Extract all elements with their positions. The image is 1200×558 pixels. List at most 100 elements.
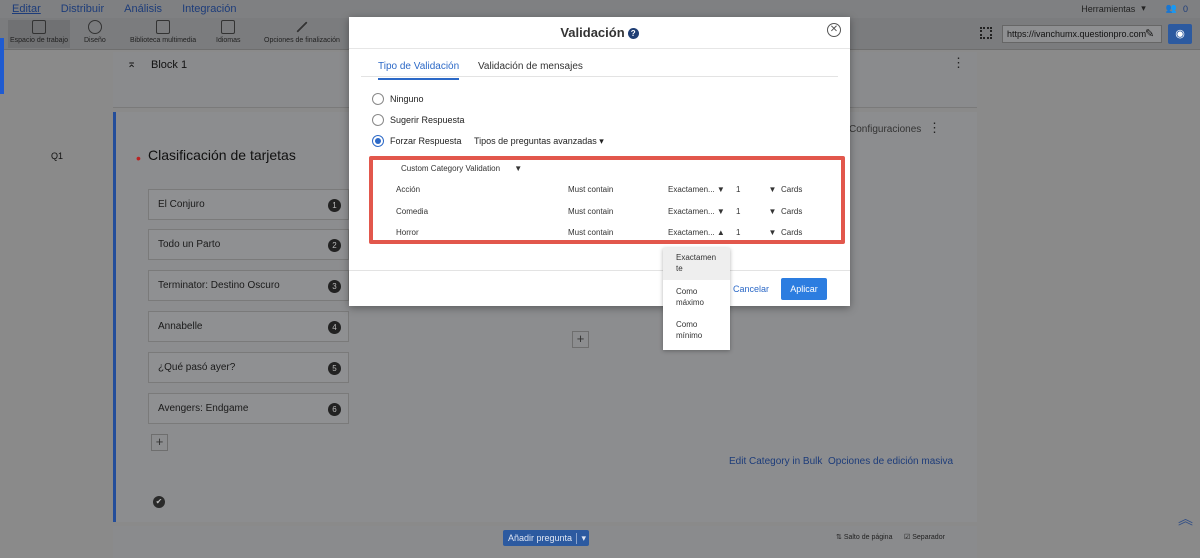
chevron-down-icon[interactable]: ▾ bbox=[1141, 3, 1146, 14]
tool-media-library[interactable]: Biblioteca multimedia bbox=[130, 20, 196, 44]
radio-none[interactable]: Ninguno bbox=[372, 93, 424, 105]
modal-header: Validación? ✕ bbox=[349, 17, 850, 49]
caret-down-icon: ▼ bbox=[768, 207, 777, 216]
card-number: 1 bbox=[328, 199, 341, 212]
advanced-types-dropdown[interactable]: Tipos de preguntas avanzadas ▾ bbox=[474, 136, 604, 147]
tool-design[interactable]: Diseño bbox=[84, 20, 106, 44]
advanced-types-label: Tipos de preguntas avanzadas bbox=[474, 136, 597, 146]
add-question-label: Añadir pregunta bbox=[508, 533, 573, 543]
option-at-most[interactable]: Como máximo bbox=[663, 282, 730, 314]
count-select[interactable]: 1 ▼ bbox=[736, 185, 776, 194]
caret-down-icon: ▼ bbox=[716, 207, 725, 216]
radio-circle-selected[interactable] bbox=[372, 135, 384, 147]
list-icon bbox=[32, 20, 46, 34]
tool-workspace-label: Espacio de trabajo bbox=[10, 37, 68, 44]
count-select[interactable]: 1 ▼ bbox=[736, 228, 776, 237]
mass-edit-link[interactable]: Opciones de edición masiva bbox=[828, 456, 953, 467]
tab-validation-type[interactable]: Tipo de Validación bbox=[378, 61, 460, 80]
rule-label: Must contain bbox=[568, 228, 614, 237]
modal-footer-divider bbox=[349, 270, 850, 271]
menu-editar[interactable]: Editar bbox=[12, 3, 41, 15]
add-category-button[interactable]: + bbox=[572, 331, 589, 348]
edit-category-bulk-link[interactable]: Edit Category in Bulk bbox=[729, 456, 822, 467]
tool-workspace[interactable]: Espacio de trabajo bbox=[8, 20, 70, 48]
card-number: 5 bbox=[328, 362, 341, 375]
radio-circle[interactable] bbox=[372, 93, 384, 105]
mode-select[interactable]: Exactamen... ▼ bbox=[668, 185, 725, 194]
add-card-button[interactable]: + bbox=[151, 434, 168, 451]
list-item[interactable]: Terminator: Destino Oscuro 3 bbox=[148, 270, 349, 301]
page-break-button[interactable]: ⇅ Salto de página bbox=[836, 533, 892, 541]
card-text: ¿Qué pasó ayer? bbox=[158, 362, 236, 373]
tab-divider bbox=[361, 76, 838, 77]
caret-down-icon: ▼ bbox=[768, 228, 777, 237]
count-value: 1 bbox=[736, 207, 741, 216]
radio-force[interactable]: Forzar Respuesta bbox=[372, 135, 462, 147]
tool-languages[interactable]: Idiomas bbox=[216, 20, 241, 44]
card-text: Terminator: Destino Oscuro bbox=[158, 280, 280, 291]
custom-validation-label: Custom Category Validation bbox=[401, 164, 501, 173]
list-item[interactable]: El Conjuro 1 bbox=[148, 189, 349, 220]
menu-integracion[interactable]: Integración bbox=[182, 3, 236, 15]
close-button[interactable]: ✕ bbox=[827, 23, 841, 37]
list-item[interactable]: Annabelle 4 bbox=[148, 311, 349, 342]
help-icon[interactable]: ? bbox=[627, 28, 639, 39]
count-value: 1 bbox=[736, 185, 741, 194]
menu-analisis[interactable]: Análisis bbox=[124, 3, 162, 15]
card-number: 6 bbox=[328, 403, 341, 416]
mode-select-open[interactable]: Exactamen... ▲ bbox=[668, 228, 725, 237]
tool-finish-options[interactable]: Opciones de finalización bbox=[264, 20, 340, 44]
top-menu: Editar Distribuir Análisis Integración H… bbox=[0, 0, 1200, 18]
preview-button[interactable]: ◉ bbox=[1168, 24, 1192, 44]
block-more-icon[interactable]: ⋮ bbox=[952, 55, 965, 71]
caret-down-icon: ▼ bbox=[716, 185, 725, 194]
top-right-tools: Herramientas ▾ 👥 0 bbox=[1081, 3, 1188, 14]
radio-suggest[interactable]: Sugerir Respuesta bbox=[372, 114, 465, 126]
card-text: Annabelle bbox=[158, 321, 203, 332]
block-title: Block 1 bbox=[151, 59, 188, 71]
radio-circle[interactable] bbox=[372, 114, 384, 126]
list-item[interactable]: Avengers: Endgame 6 bbox=[148, 393, 349, 424]
unit-label: Cards bbox=[781, 207, 803, 216]
mode-value: Exactamen... bbox=[668, 228, 715, 237]
mode-select[interactable]: Exactamen... ▼ bbox=[668, 207, 725, 216]
pencil-icon[interactable]: ✎ bbox=[1145, 27, 1154, 40]
config-link[interactable]: Configuraciones bbox=[849, 124, 921, 135]
count-select[interactable]: 1 ▼ bbox=[736, 207, 776, 216]
cancel-button[interactable]: Cancelar bbox=[733, 284, 769, 294]
radio-label: Forzar Respuesta bbox=[390, 136, 462, 146]
card-number: 4 bbox=[328, 321, 341, 334]
scroll-top-icon[interactable]: ︽ bbox=[1178, 508, 1193, 529]
option-at-least[interactable]: Como mínimo bbox=[663, 315, 730, 347]
card-text: El Conjuro bbox=[158, 199, 205, 210]
category-name: Comedia bbox=[396, 207, 429, 216]
collapse-icon[interactable]: ⌅ bbox=[127, 57, 136, 70]
list-item[interactable]: ¿Qué pasó ayer? 5 bbox=[148, 352, 349, 383]
question-title[interactable]: Clasificación de tarjetas bbox=[148, 147, 296, 163]
tool-design-label: Diseño bbox=[84, 37, 106, 44]
chevron-down-icon[interactable]: ▾ bbox=[576, 533, 586, 544]
custom-category-validation-select[interactable]: Custom Category Validation ▼ bbox=[401, 164, 522, 173]
question-more-icon[interactable]: ⋮ bbox=[928, 120, 941, 136]
mode-dropdown-menu: Exactamen te Como máximo Como mínimo bbox=[663, 248, 730, 350]
menu-distribuir[interactable]: Distribuir bbox=[61, 3, 104, 15]
qr-code-icon[interactable] bbox=[980, 27, 992, 39]
card-number: 3 bbox=[328, 280, 341, 293]
unit-label: Cards bbox=[781, 228, 803, 237]
radio-label: Sugerir Respuesta bbox=[390, 115, 465, 125]
users-icon[interactable]: 👥 bbox=[1166, 3, 1177, 14]
list-item[interactable]: Todo un Parto 2 bbox=[148, 229, 349, 260]
survey-url[interactable]: https://ivanchumx.questionpro.com bbox=[1002, 25, 1162, 43]
rule-label: Must contain bbox=[568, 185, 614, 194]
chevron-down-icon: ▾ bbox=[599, 136, 604, 146]
required-indicator: • bbox=[136, 150, 141, 166]
option-exactly[interactable]: Exactamen te bbox=[663, 248, 730, 280]
modal-title-text: Validación bbox=[560, 25, 625, 40]
eye-icon: ◉ bbox=[1175, 28, 1185, 40]
apply-button[interactable]: Aplicar bbox=[781, 278, 827, 300]
tools-menu[interactable]: Herramientas bbox=[1081, 4, 1135, 14]
left-accent-strip bbox=[0, 38, 4, 94]
check-icon: ✔ bbox=[153, 496, 165, 508]
separator-button[interactable]: ☑ Separador bbox=[904, 533, 945, 541]
add-question-button[interactable]: Añadir pregunta ▾ bbox=[503, 530, 589, 546]
